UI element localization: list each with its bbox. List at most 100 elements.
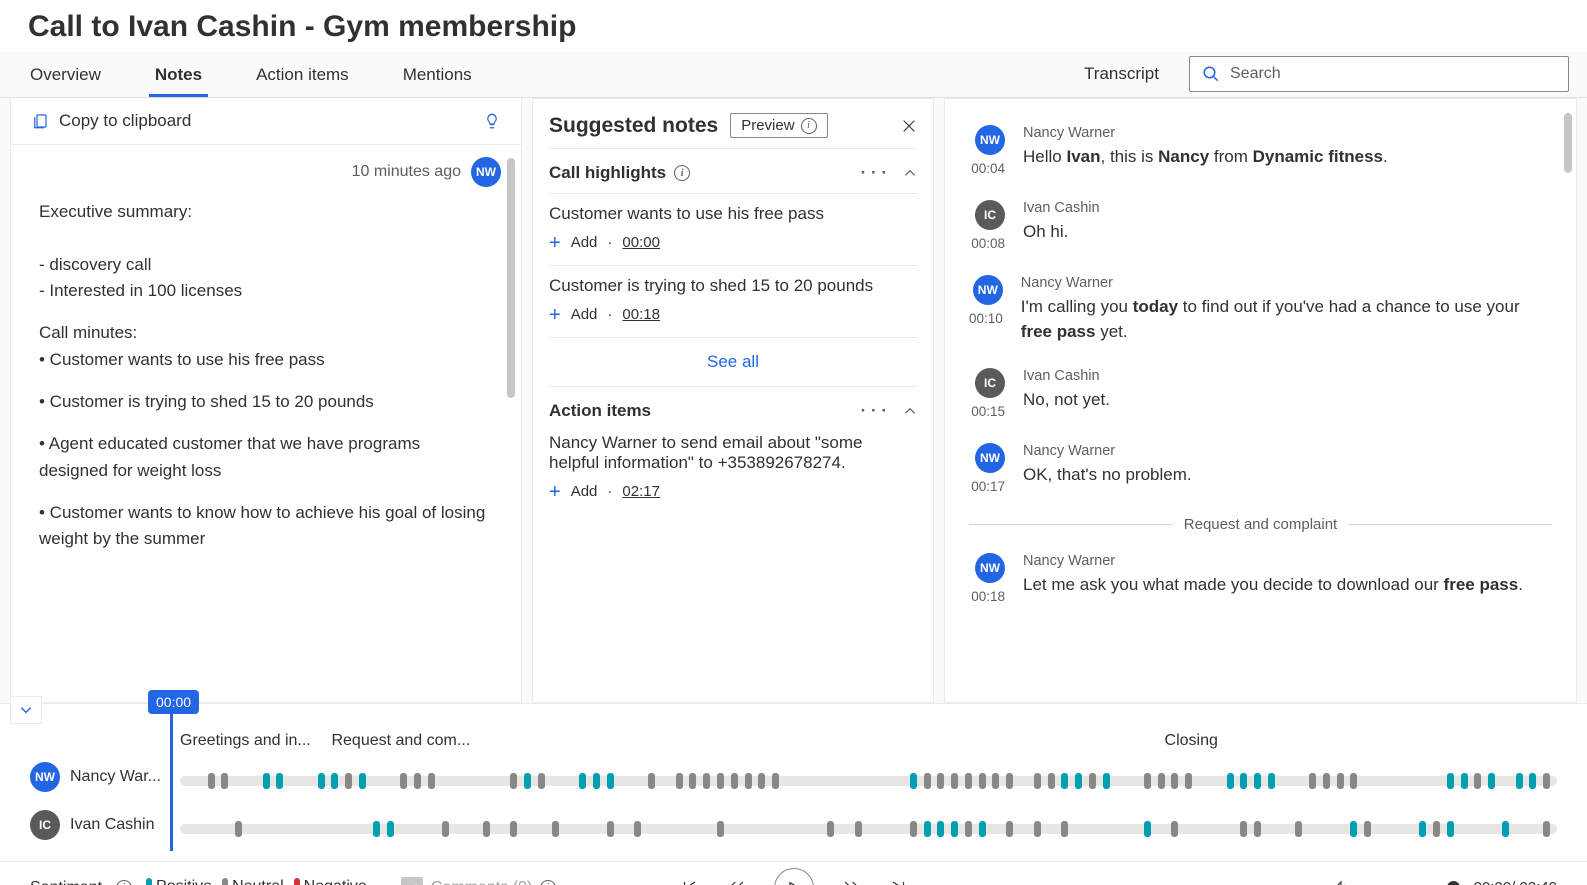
highlight-item: Customer is trying to shed 15 to 20 poun…: [549, 265, 917, 337]
avatar: NW: [975, 443, 1005, 473]
sentiment-tick: [1240, 773, 1247, 789]
summary-bullet: - Interested in 100 licenses: [39, 278, 493, 304]
transcript-row[interactable]: NW00:10Nancy WarnerI'm calling you today…: [969, 269, 1552, 362]
transcript-text: OK, that's no problem.: [1023, 463, 1192, 488]
sentiment-tick: [937, 773, 944, 789]
sentiment-tick: [979, 773, 986, 789]
sentiment-tick: [634, 821, 641, 837]
collapse-toggle[interactable]: [10, 696, 42, 724]
add-button[interactable]: Add: [571, 306, 598, 323]
sentiment-tick: [910, 773, 917, 789]
see-all-link[interactable]: See all: [549, 337, 917, 386]
toolbar: Overview Notes Action items Mentions Tra…: [0, 52, 1587, 98]
sentiment-tick: [937, 821, 944, 837]
sentiment-tick: [1144, 821, 1151, 837]
sentiment-tick: [428, 773, 435, 789]
avatar: IC: [30, 810, 60, 840]
sentiment-tick: [772, 773, 779, 789]
sentiment-tick: [1006, 773, 1013, 789]
avatar: NW: [975, 553, 1005, 583]
search-input[interactable]: Search: [1189, 56, 1569, 92]
more-icon[interactable]: · · ·: [861, 163, 887, 183]
sentiment-tick: [1350, 821, 1357, 837]
info-icon[interactable]: i: [116, 880, 132, 885]
sentiment-tick: [442, 821, 449, 837]
tab-notes[interactable]: Notes: [153, 59, 204, 97]
transcript-row[interactable]: IC00:08Ivan CashinOh hi.: [969, 194, 1552, 269]
add-button[interactable]: Add: [571, 483, 598, 500]
transcript-panel: NW00:04Nancy WarnerHello Ivan, this is N…: [944, 98, 1577, 703]
info-icon: i: [674, 165, 690, 181]
summary-bullet: - discovery call: [39, 252, 493, 278]
sentiment-tick: [1323, 773, 1330, 789]
add-button[interactable]: Add: [571, 234, 598, 251]
search-placeholder: Search: [1230, 65, 1281, 83]
volume-icon[interactable]: [1332, 879, 1350, 885]
chevron-up-icon[interactable]: [903, 166, 917, 180]
tab-mentions[interactable]: Mentions: [401, 59, 474, 97]
sentiment-tick: [414, 773, 421, 789]
player-bar: Sentiment i Positive Neutral Negative Co…: [0, 861, 1587, 885]
sentiment-tick: [924, 821, 931, 837]
sentiment-tick: [1447, 773, 1454, 789]
transcript-text: I'm calling you today to find out if you…: [1021, 295, 1552, 344]
speaker-name: Nancy Warner: [1023, 553, 1523, 569]
sentiment-tick: [1474, 773, 1481, 789]
sentiment-tick: [276, 773, 283, 789]
sentiment-tick: [1061, 821, 1068, 837]
sentiment-tick: [607, 773, 614, 789]
playback-controls: [680, 868, 908, 885]
play-button[interactable]: [774, 868, 814, 885]
sentiment-tick: [1034, 773, 1041, 789]
transcript-row[interactable]: NW00:04Nancy WarnerHello Ivan, this is N…: [969, 119, 1552, 194]
playhead-time[interactable]: 00:00: [148, 690, 199, 714]
transcript-text: Oh hi.: [1023, 220, 1100, 245]
avatar: IC: [975, 200, 1005, 230]
highlight-time[interactable]: 00:18: [622, 306, 660, 323]
comments-toggle[interactable]: Comments (0) i: [401, 877, 556, 885]
close-icon[interactable]: [901, 118, 917, 134]
sentiment-tick: [1075, 773, 1082, 789]
call-highlights-header[interactable]: Call highlights i · · ·: [549, 148, 917, 193]
more-icon[interactable]: · · ·: [861, 401, 887, 421]
sentiment-tick: [924, 773, 931, 789]
timeline[interactable]: 00:00 Greetings and in...Request and com…: [0, 703, 1587, 861]
sentiment-tick: [235, 821, 242, 837]
rewind-button[interactable]: [726, 879, 746, 885]
sentiment-tick: [1350, 773, 1357, 789]
transcript-divider: Request and complaint: [969, 516, 1552, 533]
chevron-up-icon[interactable]: [903, 404, 917, 418]
sentiment-tick: [1461, 773, 1468, 789]
transcript-text: Let me ask you what made you decide to d…: [1023, 573, 1523, 598]
sentiment-tick: [373, 821, 380, 837]
sentiment-tick: [827, 821, 834, 837]
transcript-row[interactable]: NW00:18Nancy WarnerLet me ask you what m…: [969, 547, 1552, 622]
action-items-header[interactable]: Action items · · ·: [549, 386, 917, 431]
sentiment-tick: [965, 773, 972, 789]
action-time[interactable]: 02:17: [622, 483, 660, 500]
transcript-row[interactable]: IC00:15Ivan CashinNo, not yet.: [969, 362, 1552, 437]
copy-to-clipboard[interactable]: Copy to clipboard: [11, 98, 521, 145]
transcript-time: 00:15: [971, 404, 1005, 419]
highlight-time[interactable]: 00:00: [622, 234, 660, 251]
skip-start-button[interactable]: [680, 879, 698, 885]
forward-button[interactable]: [842, 879, 862, 885]
speaker-track[interactable]: [180, 824, 1557, 834]
sentiment-label: Sentiment: [30, 879, 102, 885]
exec-summary-heading: Executive summary:: [39, 199, 493, 225]
tab-overview[interactable]: Overview: [28, 59, 103, 97]
tab-action-items[interactable]: Action items: [254, 59, 351, 97]
notes-panel: Copy to clipboard 10 minutes ago NW Exec…: [10, 98, 522, 703]
sentiment-tick: [1185, 773, 1192, 789]
minutes-heading: Call minutes:: [39, 320, 493, 346]
transcript-row[interactable]: NW00:17Nancy WarnerOK, that's no problem…: [969, 437, 1552, 512]
skip-end-button[interactable]: [890, 879, 908, 885]
sentiment-tick: [703, 773, 710, 789]
playhead-marker[interactable]: [170, 704, 173, 851]
scrollbar[interactable]: [1564, 113, 1572, 173]
avatar: NW: [973, 275, 1003, 305]
lightbulb-icon[interactable]: [483, 110, 501, 132]
sentiment-tick: [263, 773, 270, 789]
speaker-track[interactable]: [180, 776, 1557, 786]
preview-badge[interactable]: Preview i: [730, 113, 827, 138]
